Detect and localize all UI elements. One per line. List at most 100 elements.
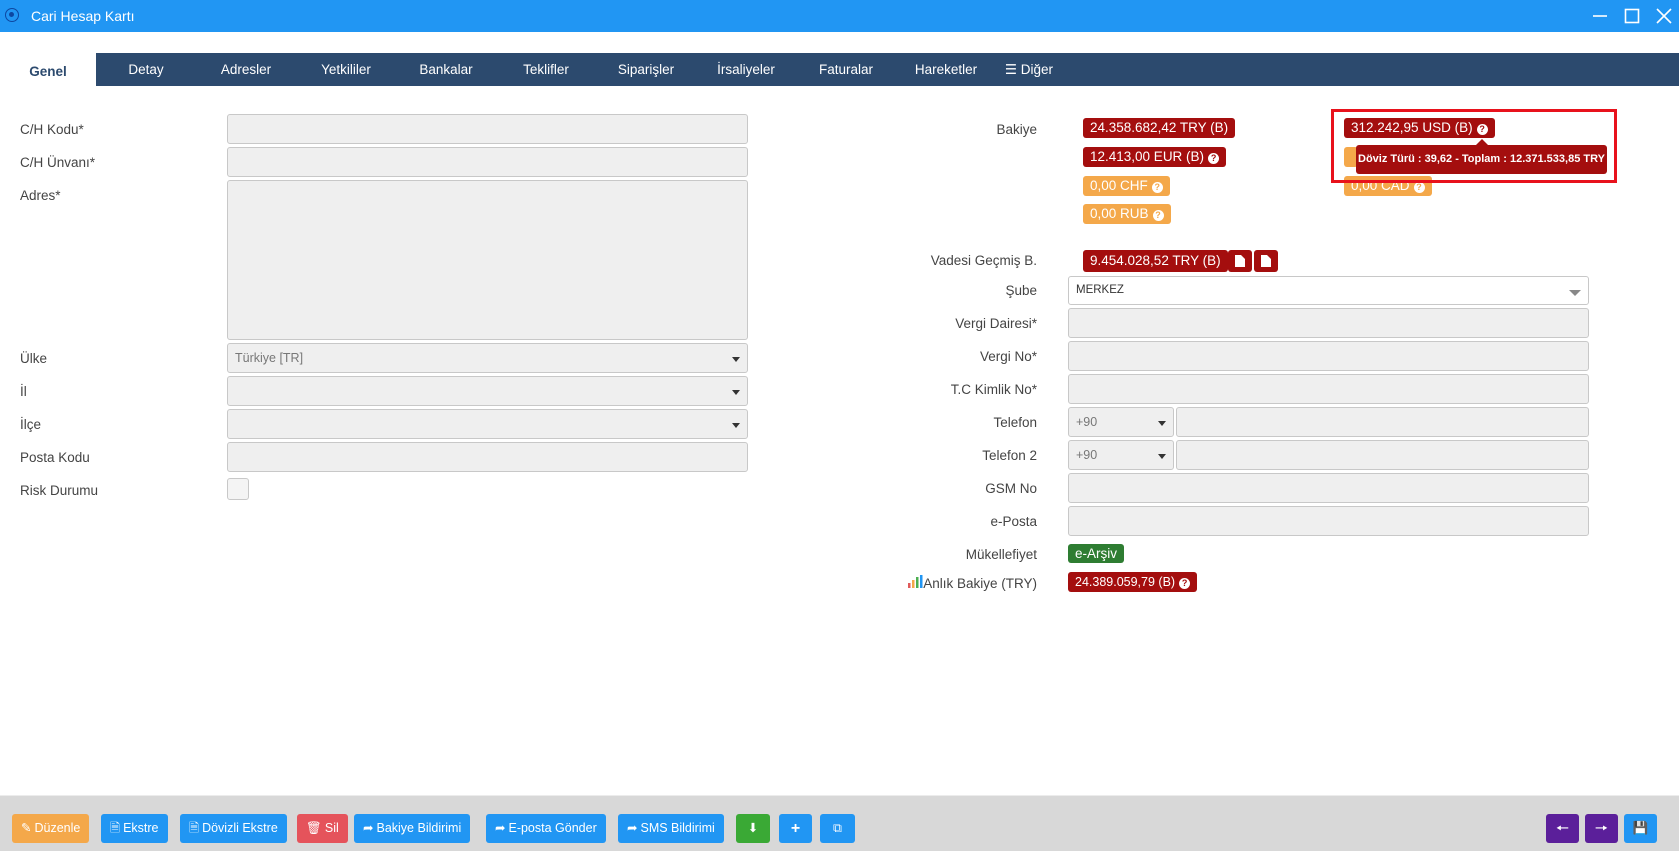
document-icon <box>1261 255 1271 267</box>
app-gear-icon <box>5 8 19 22</box>
copy-icon: ⧉ <box>833 821 842 835</box>
window-titlebar: Cari Hesap Kartı <box>0 0 1679 32</box>
gsm-no-label: GSM No <box>985 481 1037 496</box>
question-icon[interactable]: ? <box>1208 153 1220 164</box>
trash-icon: 🗑 <box>306 821 322 835</box>
tab-diger[interactable]: ☰ Diğer <box>996 53 1062 86</box>
telefon-code-value: +90 <box>1076 415 1098 429</box>
il-label: İl <box>20 384 27 399</box>
telefon-code-select[interactable]: +90 <box>1068 407 1174 437</box>
share-icon: ➦ <box>363 821 374 835</box>
chevron-down-icon <box>1158 421 1166 426</box>
tab-adresler[interactable]: Adresler <box>196 53 296 86</box>
ekstre-button[interactable]: 🗎 Ekstre <box>101 814 168 843</box>
posta-kodu-input[interactable] <box>227 442 748 472</box>
balance-try-badge: 24.358.682,42 TRY (B) <box>1083 118 1236 138</box>
telefon2-code-select[interactable]: +90 <box>1068 440 1174 470</box>
posta-kodu-label: Posta Kodu <box>20 450 90 465</box>
share-icon: ➦ <box>627 821 638 835</box>
vergi-no-input[interactable] <box>1068 341 1589 371</box>
balance-eur-badge[interactable]: 12.413,00 EUR (B)? <box>1083 147 1227 167</box>
tab-bar: Genel Detay Adresler Yetkililer Bankalar… <box>0 53 1679 86</box>
ulke-label: Ülke <box>20 351 48 366</box>
sil-button[interactable]: 🗑 Sil <box>297 814 348 843</box>
ch-kodu-input[interactable] <box>227 114 748 144</box>
bakiye-bildirimi-button[interactable]: ➦ Bakiye Bildirimi <box>354 814 471 843</box>
arrow-right-icon: 🠖 <box>1594 820 1609 837</box>
document-icon <box>1235 255 1245 267</box>
eposta-input[interactable] <box>1068 506 1589 536</box>
add-button[interactable]: + <box>779 814 812 843</box>
window-title: Cari Hesap Kartı <box>31 8 135 24</box>
tab-hareketler[interactable]: Hareketler <box>896 53 996 86</box>
vadesi-gecmis-label: Vadesi Geçmiş B. <box>930 253 1037 268</box>
close-icon[interactable] <box>1654 6 1674 26</box>
ulke-select[interactable]: Türkiye [TR] <box>227 343 748 373</box>
risk-durumu-checkbox[interactable] <box>227 478 249 500</box>
ch-unvani-label: C/H Ünvanı* <box>20 155 96 170</box>
duzenle-button[interactable]: ✎ Düzenle <box>12 814 90 843</box>
tab-detay[interactable]: Detay <box>96 53 196 86</box>
adres-textarea[interactable] <box>227 180 748 340</box>
highlight-box <box>1331 109 1617 183</box>
sube-label: Şube <box>1005 283 1037 298</box>
dovizli-ekstre-button[interactable]: 🗎 Dövizli Ekstre <box>180 814 287 843</box>
overdue-balance-badge: 9.454.028,52 TRY (B) <box>1083 250 1228 272</box>
sube-select[interactable]: MERKEZ <box>1068 276 1589 305</box>
copy-button[interactable]: ⧉ <box>820 814 855 843</box>
chevron-down-icon <box>1569 290 1581 296</box>
bakiye-label: Bakiye <box>996 122 1037 137</box>
document-icon: 🗎 <box>189 821 200 835</box>
ch-unvani-input[interactable] <box>227 147 748 177</box>
next-button[interactable]: 🠖 <box>1585 814 1618 843</box>
download-button[interactable]: ⬇ <box>736 814 770 843</box>
tab-siparisler[interactable]: Siparişler <box>596 53 696 86</box>
tc-kimlik-input[interactable] <box>1068 374 1589 404</box>
tab-bankalar[interactable]: Bankalar <box>396 53 496 86</box>
tab-faturalar[interactable]: Faturalar <box>796 53 896 86</box>
previous-button[interactable]: 🠔 <box>1546 814 1579 843</box>
sms-bildirimi-button[interactable]: ➦ SMS Bildirimi <box>618 814 724 843</box>
ilce-label: İlçe <box>20 417 42 432</box>
chevron-down-icon <box>1158 454 1166 459</box>
ilce-select[interactable] <box>227 409 748 439</box>
tab-irsaliyeler[interactable]: İrsaliyeler <box>696 53 796 86</box>
balance-chf-badge[interactable]: 0,00 CHF? <box>1083 176 1170 196</box>
balance-rub-badge[interactable]: 0,00 RUB? <box>1083 204 1171 224</box>
plus-icon: + <box>790 820 801 837</box>
tab-yetkililer[interactable]: Yetkililer <box>296 53 396 86</box>
eposta-label: e-Posta <box>990 514 1037 529</box>
document-icon: 🗎 <box>110 821 121 835</box>
il-select[interactable] <box>227 376 748 406</box>
footer-toolbar: ✎ Düzenle 🗎 Ekstre 🗎 Dövizli Ekstre 🗑 Sil ➦ B… <box>0 795 1679 851</box>
telefon2-code-value: +90 <box>1076 448 1098 462</box>
telefon-label: Telefon <box>993 415 1037 430</box>
telefon2-label: Telefon 2 <box>982 448 1037 463</box>
save-button[interactable]: 💾 <box>1624 814 1657 843</box>
tab-genel[interactable]: Genel <box>0 53 96 86</box>
tab-teklifler[interactable]: Teklifler <box>496 53 596 86</box>
telefon2-input[interactable] <box>1176 440 1589 470</box>
overdue-doc-button-1[interactable] <box>1228 250 1252 272</box>
tc-kimlik-label: T.C Kimlik No* <box>950 382 1037 397</box>
tab-diger-label: Diğer <box>1020 62 1054 77</box>
minimize-icon[interactable] <box>1590 6 1610 26</box>
telefon-input[interactable] <box>1176 407 1589 437</box>
eposta-gonder-button[interactable]: ➦ E-posta Gönder <box>486 814 606 843</box>
overdue-doc-button-2[interactable] <box>1254 250 1278 272</box>
pencil-icon: ✎ <box>21 821 32 835</box>
gsm-no-input[interactable] <box>1068 473 1589 503</box>
adres-label: Adres* <box>20 188 61 203</box>
maximize-icon[interactable] <box>1622 6 1642 26</box>
ch-kodu-label: C/H Kodu* <box>20 122 84 137</box>
question-icon[interactable]: ? <box>1413 182 1425 193</box>
question-icon[interactable]: ? <box>1151 182 1163 193</box>
vergi-dairesi-input[interactable] <box>1068 308 1589 338</box>
mukellefiyet-label: Mükellefiyet <box>965 547 1037 562</box>
anlik-bakiye-label: Anlık Bakiye (TRY) <box>923 576 1037 591</box>
chevron-down-icon <box>732 423 740 428</box>
anlik-bakiye-badge[interactable]: 24.389.059,79 (B)? <box>1068 572 1198 592</box>
share-icon: ➦ <box>495 821 506 835</box>
question-icon[interactable]: ? <box>1179 578 1191 589</box>
question-icon[interactable]: ? <box>1152 210 1164 221</box>
